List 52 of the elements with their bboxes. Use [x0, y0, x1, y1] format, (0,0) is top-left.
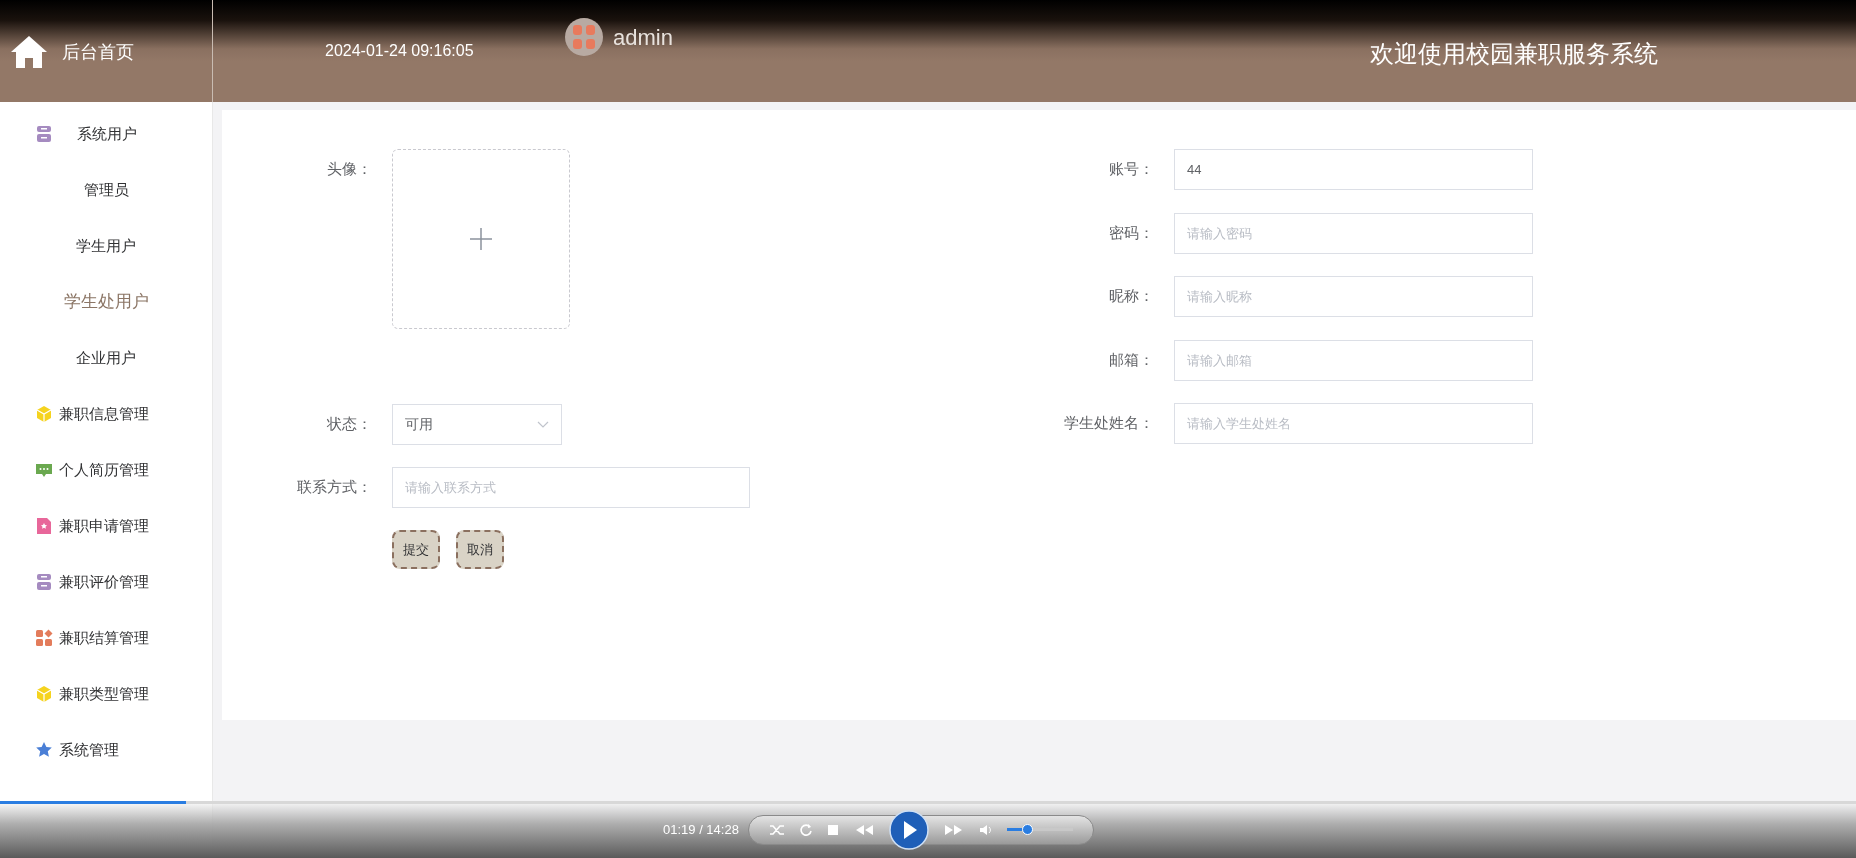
document-icon — [35, 517, 53, 535]
chat-icon — [35, 461, 53, 479]
repeat-icon[interactable] — [799, 822, 813, 837]
datetime-text: 2024-01-24 09:16:05 — [325, 41, 475, 61]
cube-icon — [35, 685, 53, 703]
submenu-item[interactable]: 管理员 — [0, 162, 212, 218]
stop-icon[interactable] — [827, 823, 839, 836]
field-label: 昵称： — [1109, 286, 1154, 307]
playback-time: 01:19 / 14:28 — [663, 820, 740, 839]
play-icon[interactable] — [889, 809, 929, 850]
home-icon[interactable] — [10, 34, 48, 70]
sidebar-item[interactable]: 系统管理 — [0, 722, 212, 778]
sidebar-item[interactable]: 兼职评价管理 — [0, 554, 212, 610]
submenu-item[interactable]: 学生用户 — [0, 218, 212, 274]
volume-thumb[interactable] — [1022, 824, 1034, 835]
submenu-item[interactable]: 企业用户 — [0, 330, 212, 386]
drawer-icon — [35, 573, 53, 591]
drawer-icon — [35, 125, 53, 143]
field-label: 密码： — [1109, 222, 1154, 243]
text-field[interactable]: 请输入联系方式 — [392, 467, 750, 508]
sidebar-item[interactable]: 兼职结算管理 — [0, 610, 212, 666]
plus-icon — [469, 227, 493, 251]
chevron-down-icon — [537, 420, 549, 429]
text-field[interactable]: 请输入密码 — [1174, 212, 1533, 254]
status-select[interactable]: 可用 — [392, 404, 562, 445]
field-label: 邮箱： — [1109, 349, 1154, 370]
submenu-item[interactable]: 学生处用户 — [0, 274, 212, 330]
sidebar-item[interactable]: 个人简历管理 — [0, 442, 212, 498]
star-icon — [35, 741, 53, 759]
text-field[interactable]: 请输入邮箱 — [1174, 339, 1533, 381]
field-label: 头像： — [327, 159, 372, 180]
sidebar-item[interactable]: 兼职类型管理 — [0, 666, 212, 722]
field-label: 账号： — [1109, 159, 1154, 180]
field-label: 状态： — [327, 414, 372, 435]
field-label: 联系方式： — [297, 477, 372, 498]
submit-button[interactable]: 提交 — [392, 530, 440, 569]
shuffle-icon[interactable] — [769, 822, 785, 837]
text-field[interactable]: 请输入学生处姓名 — [1174, 403, 1533, 444]
system-title: 欢迎使用校园兼职服务系统 — [1370, 39, 1658, 69]
sidebar-item[interactable]: 兼职申请管理 — [0, 498, 212, 554]
home-link[interactable]: 后台首页 — [62, 38, 134, 66]
cancel-button[interactable]: 取消 — [456, 530, 504, 569]
text-field[interactable]: 请输入昵称 — [1174, 276, 1533, 317]
avatar-icon — [565, 18, 603, 56]
cube-icon — [35, 405, 53, 423]
sidebar-item[interactable]: 系统用户 — [0, 106, 212, 162]
tiles-icon — [35, 629, 53, 647]
speaker-icon[interactable] — [979, 822, 993, 837]
sidebar-item[interactable]: 兼职信息管理 — [0, 386, 212, 442]
username-text: admin — [613, 23, 673, 52]
field-label: 学生处姓名： — [1064, 413, 1154, 434]
text-field[interactable]: 44 — [1174, 149, 1533, 190]
